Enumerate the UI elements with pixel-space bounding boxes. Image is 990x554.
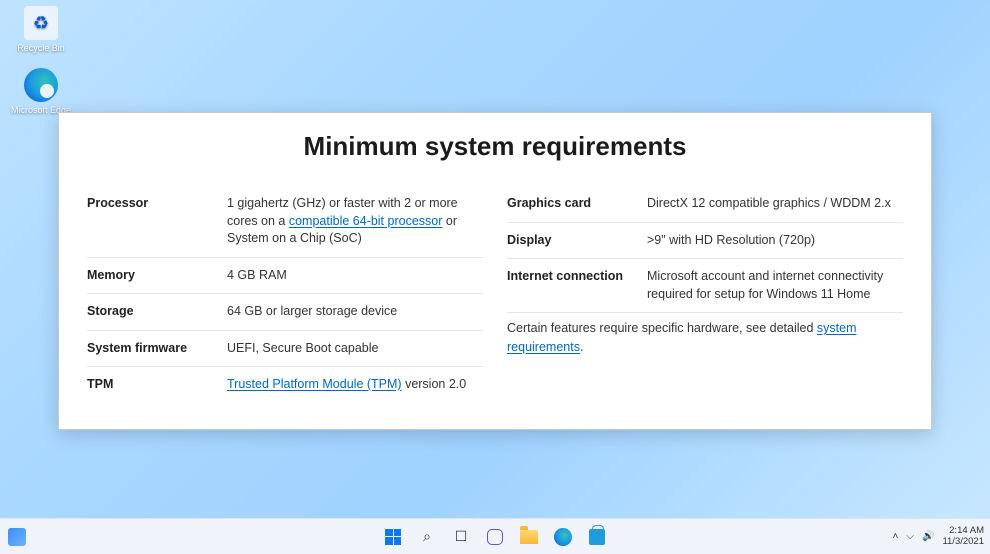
taskbar-app-explorer[interactable]: [515, 523, 543, 551]
desktop-icon-label: Recycle Bin: [6, 43, 76, 53]
requirement-label: System firmware: [87, 340, 227, 358]
requirement-value: DirectX 12 compatible graphics / WDDM 2.…: [647, 195, 903, 213]
requirement-value: 64 GB or larger storage device: [227, 303, 483, 321]
taskbar-widgets-button[interactable]: [8, 519, 26, 554]
edge-icon: [554, 528, 572, 546]
compatible-processor-link[interactable]: compatible 64-bit processor: [289, 214, 443, 228]
requirement-label: Display: [507, 232, 647, 250]
clock-date: 11/3/2021: [942, 537, 984, 547]
desktop: ♻ Recycle Bin Microsoft Edge Minimum sys…: [0, 0, 990, 554]
requirement-value: 4 GB RAM: [227, 267, 483, 285]
chat-icon: [487, 529, 503, 545]
clock-time: 2:14 AM: [942, 526, 984, 536]
requirement-row-processor: Processor 1 gigahertz (GHz) or faster wi…: [87, 186, 483, 258]
taskbar-app-edge[interactable]: [549, 523, 577, 551]
start-button[interactable]: [379, 523, 407, 551]
requirements-column-right: Graphics card DirectX 12 compatible grap…: [507, 186, 903, 403]
taskbar-app-chat[interactable]: [481, 523, 509, 551]
requirements-column-left: Processor 1 gigahertz (GHz) or faster wi…: [87, 186, 483, 403]
requirement-value: Trusted Platform Module (TPM) version 2.…: [227, 376, 483, 394]
panel-title: Minimum system requirements: [87, 131, 903, 162]
tray-overflow-button[interactable]: ˄: [893, 531, 899, 542]
edge-icon: [24, 68, 58, 102]
taskbar-app-store[interactable]: [583, 523, 611, 551]
taskbar-center: ⌕ ☐: [379, 523, 611, 551]
requirement-row-tpm: TPM Trusted Platform Module (TPM) versio…: [87, 367, 483, 403]
requirement-label: Memory: [87, 267, 227, 285]
recycle-bin-icon: ♻: [24, 6, 58, 40]
windows-logo-icon: [385, 529, 401, 545]
volume-icon[interactable]: 🔊: [922, 531, 934, 542]
requirement-row-graphics: Graphics card DirectX 12 compatible grap…: [507, 186, 903, 223]
store-icon: [589, 529, 605, 545]
requirement-value: >9" with HD Resolution (720p): [647, 232, 903, 250]
requirement-label: Graphics card: [507, 195, 647, 213]
network-icon[interactable]: ⌵: [906, 531, 914, 542]
requirement-value: UEFI, Secure Boot capable: [227, 340, 483, 358]
taskbar: ⌕ ☐ ˄ ⌵ 🔊 2:14 AM 11/3/2021: [0, 518, 990, 554]
desktop-icon-edge[interactable]: Microsoft Edge: [6, 68, 76, 115]
desktop-icon-recycle-bin[interactable]: ♻ Recycle Bin: [6, 6, 76, 53]
search-icon: ⌕: [423, 528, 431, 545]
requirement-row-memory: Memory 4 GB RAM: [87, 258, 483, 295]
requirement-row-firmware: System firmware UEFI, Secure Boot capabl…: [87, 331, 483, 368]
requirement-label: Internet connection: [507, 268, 647, 303]
requirement-value: Microsoft account and internet connectiv…: [647, 268, 903, 303]
widgets-icon: [8, 528, 26, 546]
requirements-footnote: Certain features require specific hardwa…: [507, 313, 903, 357]
requirement-value: 1 gigahertz (GHz) or faster with 2 or mo…: [227, 195, 483, 248]
task-view-icon: ☐: [455, 528, 468, 545]
requirement-row-display: Display >9" with HD Resolution (720p): [507, 223, 903, 260]
requirement-label: Storage: [87, 303, 227, 321]
taskbar-system-tray: ˄ ⌵ 🔊 2:14 AM 11/3/2021: [893, 519, 984, 554]
taskbar-clock[interactable]: 2:14 AM 11/3/2021: [942, 526, 984, 547]
file-explorer-icon: [520, 530, 538, 544]
task-view-button[interactable]: ☐: [447, 523, 475, 551]
requirement-row-storage: Storage 64 GB or larger storage device: [87, 294, 483, 331]
tpm-link[interactable]: Trusted Platform Module (TPM): [227, 377, 402, 391]
search-button[interactable]: ⌕: [413, 523, 441, 551]
requirement-label: Processor: [87, 195, 227, 248]
requirement-label: TPM: [87, 376, 227, 394]
system-requirements-panel: Minimum system requirements Processor 1 …: [58, 112, 932, 430]
requirement-row-internet: Internet connection Microsoft account an…: [507, 259, 903, 313]
